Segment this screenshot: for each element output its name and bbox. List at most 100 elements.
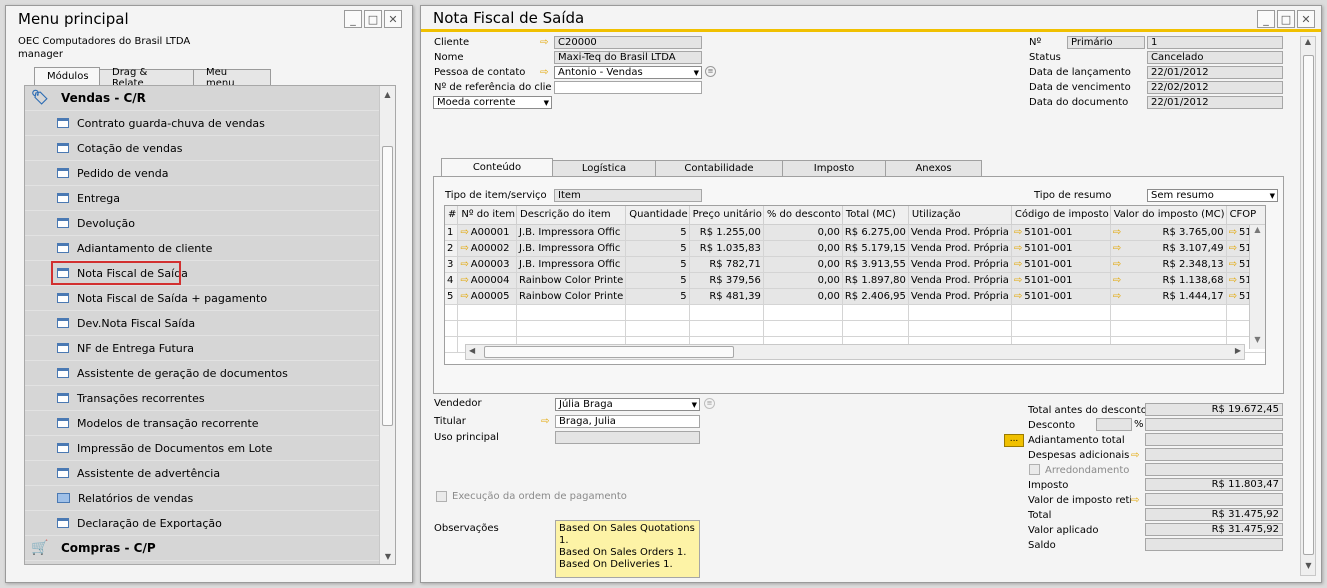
tab-drag-relate[interactable]: Drag & Relate <box>99 67 194 89</box>
table-cell[interactable] <box>1011 304 1111 321</box>
table-cell[interactable]: Venda Prod. Própria <box>908 240 1012 257</box>
table-cell[interactable] <box>457 320 517 337</box>
ref-field[interactable] <box>554 81 702 94</box>
table-cell[interactable] <box>457 304 517 321</box>
table-cell[interactable] <box>1110 320 1227 337</box>
menu-scrollbar[interactable]: ▲ ▼ <box>379 86 395 564</box>
table-cell[interactable]: ⇨ R$ 3.765,00 <box>1110 224 1227 241</box>
table-cell[interactable]: 2 <box>445 240 459 257</box>
link-arrow-icon[interactable]: ⇨ <box>541 417 552 427</box>
link-arrow-icon[interactable]: ⇨ <box>1229 291 1237 302</box>
link-arrow-icon[interactable]: ⇨ <box>540 38 551 48</box>
table-cell[interactable]: Venda Prod. Própria <box>908 288 1012 305</box>
table-cell[interactable] <box>689 320 764 337</box>
scroll-right-icon[interactable]: ▶ <box>1235 346 1241 355</box>
table-cell[interactable] <box>1110 304 1227 321</box>
table-cell[interactable]: 3 <box>445 256 459 273</box>
tab-modulos[interactable]: Módulos <box>34 67 100 86</box>
scroll-down-icon[interactable]: ▼ <box>1250 335 1265 349</box>
column-header[interactable]: # <box>445 206 459 225</box>
maximize-icon[interactable]: □ <box>1277 10 1295 28</box>
table-row-empty[interactable] <box>445 304 1265 321</box>
link-arrow-icon[interactable]: ⇨ <box>1131 451 1142 461</box>
table-cell[interactable]: Venda Prod. Própria <box>908 224 1012 241</box>
table-cell[interactable] <box>625 304 690 321</box>
menu-item[interactable]: Impressão de Documentos em Lote <box>25 436 395 461</box>
menu-item[interactable]: Contrato guarda-chuva de vendas <box>25 111 395 136</box>
link-arrow-icon[interactable]: ⇨ <box>1014 259 1022 270</box>
menu-item[interactable]: Pedido de venda <box>25 161 395 186</box>
table-cell[interactable]: ⇨ 5101-001 <box>1011 224 1111 241</box>
group-vendas[interactable]: 🏷 Vendas - C/R <box>25 86 395 111</box>
link-arrow-icon[interactable]: ⇨ <box>1113 259 1121 270</box>
menu-item[interactable]: Declaração de Exportação <box>25 511 395 536</box>
grid-hscroll[interactable]: ◀ ▶ <box>465 344 1245 360</box>
table-cell[interactable]: R$ 1.255,00 <box>689 224 764 241</box>
valor-aplicado-field[interactable]: R$ 31.475,92 <box>1145 523 1283 536</box>
table-cell[interactable] <box>625 320 690 337</box>
table-row[interactable]: 4 ⇨ A00004 Rainbow Color Printe 5 R$ 379,56 0,… <box>445 272 1265 289</box>
table-cell[interactable] <box>516 320 627 337</box>
column-header[interactable]: Quantidade <box>625 206 690 225</box>
table-cell[interactable]: R$ 782,71 <box>689 256 764 273</box>
menu-item[interactable]: Entrega <box>25 186 395 211</box>
minimize-icon[interactable]: _ <box>1257 10 1275 28</box>
tab-anexos[interactable]: Anexos <box>885 160 982 177</box>
table-cell[interactable]: 5 <box>625 272 690 289</box>
table-cell[interactable]: J.B. Impressora Offic <box>516 240 627 257</box>
saldo-field[interactable] <box>1145 538 1283 551</box>
scroll-left-icon[interactable]: ◀ <box>469 346 475 355</box>
table-cell[interactable]: R$ 5.179,15 <box>842 240 909 257</box>
table-cell[interactable]: R$ 1.897,80 <box>842 272 909 289</box>
nome-field[interactable]: Maxi-Teq do Brasil LTDA <box>554 51 702 64</box>
scroll-down-icon[interactable]: ▼ <box>1301 561 1316 575</box>
column-header[interactable]: Utilização <box>908 206 1012 225</box>
observacoes-field[interactable]: Based On Sales Quotations 1. Based On Sa… <box>555 520 700 578</box>
vendedor-dropdown[interactable]: Júlia Braga <box>555 398 700 411</box>
hscroll-thumb[interactable] <box>484 346 734 358</box>
table-cell[interactable]: ⇨ R$ 1.138,68 <box>1110 272 1227 289</box>
table-row-empty[interactable] <box>445 320 1265 337</box>
link-arrow-icon[interactable]: ⇨ <box>1113 227 1121 238</box>
vencimento-field[interactable]: 22/02/2012 <box>1147 81 1283 94</box>
column-header[interactable]: Descrição do item <box>516 206 627 225</box>
window-scroll-thumb[interactable] <box>1303 55 1314 555</box>
table-cell[interactable]: R$ 379,56 <box>689 272 764 289</box>
column-header[interactable]: Valor do imposto (MC) <box>1110 206 1227 225</box>
table-cell[interactable]: J.B. Impressora Offic <box>516 224 627 241</box>
cliente-field[interactable]: C20000 <box>554 36 702 49</box>
grid-vscroll[interactable]: ▲ ▼ <box>1249 225 1265 349</box>
column-header[interactable]: Preço unitário <box>689 206 764 225</box>
group-compras[interactable]: 🛒 Compras - C/P <box>25 536 395 561</box>
tab-imposto[interactable]: Imposto <box>782 160 886 177</box>
table-cell[interactable] <box>1011 320 1111 337</box>
table-cell[interactable] <box>445 336 459 353</box>
close-icon[interactable]: ✕ <box>1297 10 1315 28</box>
link-arrow-icon[interactable]: ⇨ <box>1014 227 1022 238</box>
table-cell[interactable]: 5 <box>625 288 690 305</box>
table-cell[interactable] <box>842 304 909 321</box>
column-header[interactable]: Total (MC) <box>842 206 909 225</box>
table-cell[interactable]: ⇨ R$ 3.107,49 <box>1110 240 1227 257</box>
table-cell[interactable]: Rainbow Color Printe <box>516 288 627 305</box>
link-arrow-icon[interactable]: ⇨ <box>460 275 468 286</box>
imposto-retido-field[interactable] <box>1145 493 1283 506</box>
table-cell[interactable]: R$ 1.035,83 <box>689 240 764 257</box>
close-icon[interactable]: ✕ <box>384 10 402 28</box>
table-row[interactable]: 1 ⇨ A00001 J.B. Impressora Offic 5 R$ 1.255,0… <box>445 224 1265 241</box>
table-cell[interactable]: ⇨ R$ 1.444,17 <box>1110 288 1227 305</box>
table-cell[interactable]: 5 <box>625 240 690 257</box>
link-arrow-icon[interactable]: ⇨ <box>1113 291 1121 302</box>
table-cell[interactable] <box>908 320 1012 337</box>
table-cell[interactable]: ⇨ R$ 2.348,13 <box>1110 256 1227 273</box>
link-arrow-icon[interactable]: ⇨ <box>1113 275 1121 286</box>
table-cell[interactable]: 0,00 <box>763 224 843 241</box>
menu-item[interactable]: Dev.Nota Fiscal Saída <box>25 311 395 336</box>
desconto-pct-field[interactable] <box>1096 418 1132 431</box>
table-cell[interactable]: J.B. Impressora Offic <box>516 256 627 273</box>
table-cell[interactable]: ⇨ A00005 <box>457 288 517 305</box>
menu-item[interactable]: Cotação de vendas <box>25 136 395 161</box>
exec-checkbox[interactable] <box>436 491 447 502</box>
menu-item[interactable]: Devolução <box>25 211 395 236</box>
link-arrow-icon[interactable]: ⇨ <box>460 259 468 270</box>
